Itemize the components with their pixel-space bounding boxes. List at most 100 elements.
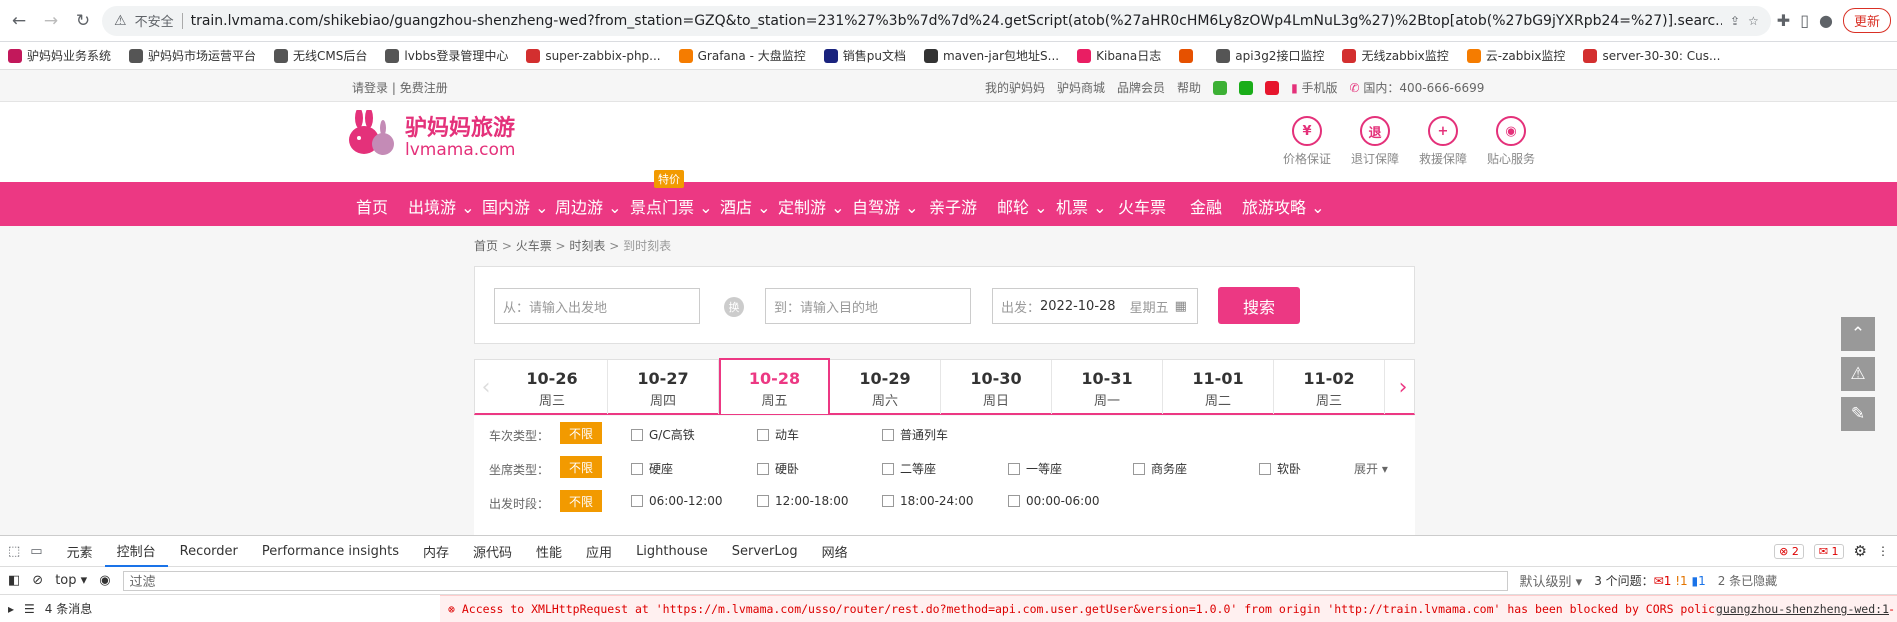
filter-option[interactable]: 软卧 <box>1259 460 1301 477</box>
help-link[interactable]: 帮助 <box>1177 79 1201 96</box>
insecure-label[interactable]: 不安全 <box>135 11 174 30</box>
wechat-icon[interactable] <box>1213 80 1228 95</box>
devtools-tab[interactable]: 性能 <box>524 536 574 567</box>
issues-button[interactable]: 3 个问题：✉1 !1 ▮1 <box>1594 572 1706 589</box>
login-link[interactable]: 请登录 <box>352 81 388 95</box>
share-icon[interactable]: ⇪ <box>1730 14 1740 28</box>
warning-count-badge[interactable]: ✉ 1 <box>1813 543 1844 559</box>
bookmark-item[interactable]: 驴妈妈市场运营平台 <box>129 47 256 64</box>
report-warning-icon[interactable]: ⚠ <box>1841 357 1875 391</box>
bookmark-item[interactable]: super-zabbix-php... <box>526 48 661 63</box>
context-select[interactable]: top ▾ <box>55 573 87 588</box>
nav-home[interactable]: 首页 <box>356 194 388 218</box>
filter-option[interactable]: 普通列车 <box>882 426 948 443</box>
bookmark-item[interactable]: 无线zabbix监控 <box>1342 47 1449 64</box>
devtools-tab[interactable]: 源代码 <box>461 536 524 567</box>
bookmark-item[interactable]: 云-zabbix监控 <box>1466 47 1565 64</box>
device-toggle-icon[interactable]: ▭ <box>30 544 42 559</box>
more-icon[interactable]: ⋮ <box>1877 544 1889 558</box>
checkbox[interactable] <box>1259 462 1271 475</box>
crumb-timetable[interactable]: 时刻表 <box>569 239 605 253</box>
nav-custom[interactable]: 定制游 ⌄ <box>778 194 845 218</box>
my-lvmama-link[interactable]: 我的驴妈妈 <box>985 79 1045 96</box>
bookmark-item[interactable]: api3g2接口监控 <box>1216 47 1324 64</box>
date-tab[interactable]: 10-31 周一 <box>1052 360 1163 414</box>
phone-link[interactable]: ✆ 国内：400-666-6699 <box>1350 79 1485 96</box>
checkbox[interactable] <box>882 428 894 441</box>
filter-option[interactable]: 商务座 <box>1133 460 1187 477</box>
feedback-edit-icon[interactable]: ✎ <box>1841 397 1875 431</box>
price-guarantee[interactable]: ¥ 价格保证 <box>1283 116 1331 167</box>
unlimited-button[interactable]: 不限 <box>560 422 602 444</box>
service-guarantee[interactable]: ◉ 贴心服务 <box>1487 116 1535 167</box>
date-tab[interactable]: 10-27 周四 <box>608 360 719 414</box>
nav-nearby[interactable]: 周边游 ⌄ <box>555 194 622 218</box>
sidebar-toggle-icon[interactable]: ◧ <box>8 573 20 588</box>
bookmark-item[interactable]: Grafana - 大盘监控 <box>678 47 806 64</box>
to-station-input[interactable]: 到： 请输入目的地 <box>765 288 971 324</box>
address-bar[interactable]: ⚠ 不安全 train.lvmama.com/shikebiao/guangzh… <box>102 5 1771 36</box>
nav-hotel[interactable]: 酒店 ⌄ <box>720 194 771 218</box>
url-text[interactable]: train.lvmama.com/shikebiao/guangzhou-she… <box>191 13 1722 29</box>
member-link[interactable]: 品牌会员 <box>1117 79 1165 96</box>
date-tab[interactable]: 10-26 周三 <box>497 360 608 414</box>
date-input[interactable]: 出发： 2022-10-28 星期五 ▦ <box>992 288 1198 324</box>
filter-option[interactable]: 硬座 <box>631 460 673 477</box>
error-source-link[interactable]: guangzhou-shenzheng-wed:1 <box>1715 601 1889 617</box>
bookmark-item[interactable]: 销售pu文档 <box>823 47 906 64</box>
bookmark-item[interactable]: lvbbs登录管理中心 <box>385 47 508 64</box>
level-select[interactable]: 默认级别 ▾ <box>1520 571 1583 590</box>
clear-console-icon[interactable]: ⊘ <box>32 573 43 588</box>
checkbox[interactable] <box>1133 462 1145 475</box>
checkbox[interactable] <box>631 428 643 441</box>
filter-option[interactable]: 18:00-24:00 <box>882 494 974 508</box>
date-tab[interactable]: 10-29 周六 <box>830 360 941 414</box>
site-logo[interactable]: 驴妈妈旅游 lvmama.com <box>343 110 515 166</box>
checkbox[interactable] <box>757 462 769 475</box>
from-station-input[interactable]: 从： 请输入出发地 <box>494 288 700 324</box>
nav-cruise[interactable]: 邮轮 ⌄ <box>997 194 1048 218</box>
devtools-tab[interactable]: Performance insights <box>250 536 411 567</box>
back-icon[interactable]: ← <box>6 8 32 34</box>
next-dates-chevron-icon[interactable]: › <box>1392 360 1414 414</box>
checkbox[interactable] <box>882 495 894 507</box>
message-group[interactable]: ▸ ☰ 4 条消息 <box>0 595 440 622</box>
devtools-tab[interactable]: 内存 <box>411 536 461 567</box>
inspect-icon[interactable]: ⬚ <box>8 544 20 559</box>
rescue-guarantee[interactable]: + 救援保障 <box>1419 116 1467 167</box>
date-tab[interactable]: 10-30 周日 <box>941 360 1052 414</box>
settings-gear-icon[interactable]: ⚙ <box>1854 542 1867 560</box>
mobile-link[interactable]: ▮ 手机版 <box>1291 79 1337 96</box>
prev-dates-chevron-icon[interactable]: ‹ <box>475 360 497 414</box>
mall-link[interactable]: 驴妈商城 <box>1057 79 1105 96</box>
weibo-icon[interactable] <box>1265 80 1280 95</box>
devtools-tab[interactable]: Lighthouse <box>624 536 720 567</box>
back-to-top-icon[interactable]: ⌃ <box>1841 317 1875 351</box>
devtools-tab[interactable]: 元素 <box>55 536 105 567</box>
forward-icon[interactable]: → <box>38 8 64 34</box>
filter-option[interactable]: G/C高铁 <box>631 426 695 443</box>
filter-option[interactable]: 00:00-06:00 <box>1008 494 1100 508</box>
reload-icon[interactable]: ↻ <box>70 8 96 34</box>
date-tab[interactable]: 11-01 周二 <box>1163 360 1274 414</box>
update-button[interactable]: 更新 <box>1842 8 1891 33</box>
filter-option[interactable]: 动车 <box>757 426 799 443</box>
console-filter-input[interactable]: 过滤 <box>122 570 1508 591</box>
nav-family[interactable]: 亲子游 <box>929 194 977 218</box>
search-button[interactable]: 搜索 <box>1218 287 1300 324</box>
sidepanel-icon[interactable]: ▯ <box>1800 11 1809 30</box>
swap-stations-button[interactable]: 换 <box>724 297 744 317</box>
nav-outbound[interactable]: 出境游 ⌄ <box>408 194 475 218</box>
devtools-tab[interactable]: 网络 <box>810 536 860 567</box>
devtools-tab[interactable]: 应用 <box>574 536 624 567</box>
unlimited-button[interactable]: 不限 <box>560 456 602 478</box>
star-icon[interactable]: ☆ <box>1748 14 1759 28</box>
nav-train[interactable]: 火车票 <box>1118 194 1166 218</box>
nav-domestic[interactable]: 国内游 ⌄ <box>482 194 549 218</box>
filter-option[interactable]: 硬卧 <box>757 460 799 477</box>
nav-flight[interactable]: 机票 ⌄ <box>1056 194 1107 218</box>
checkbox[interactable] <box>757 428 769 441</box>
nav-selfdrive[interactable]: 自驾游 ⌄ <box>852 194 919 218</box>
bookmark-item[interactable]: maven-jar包地址S... <box>923 47 1059 64</box>
checkbox[interactable] <box>1008 462 1020 475</box>
